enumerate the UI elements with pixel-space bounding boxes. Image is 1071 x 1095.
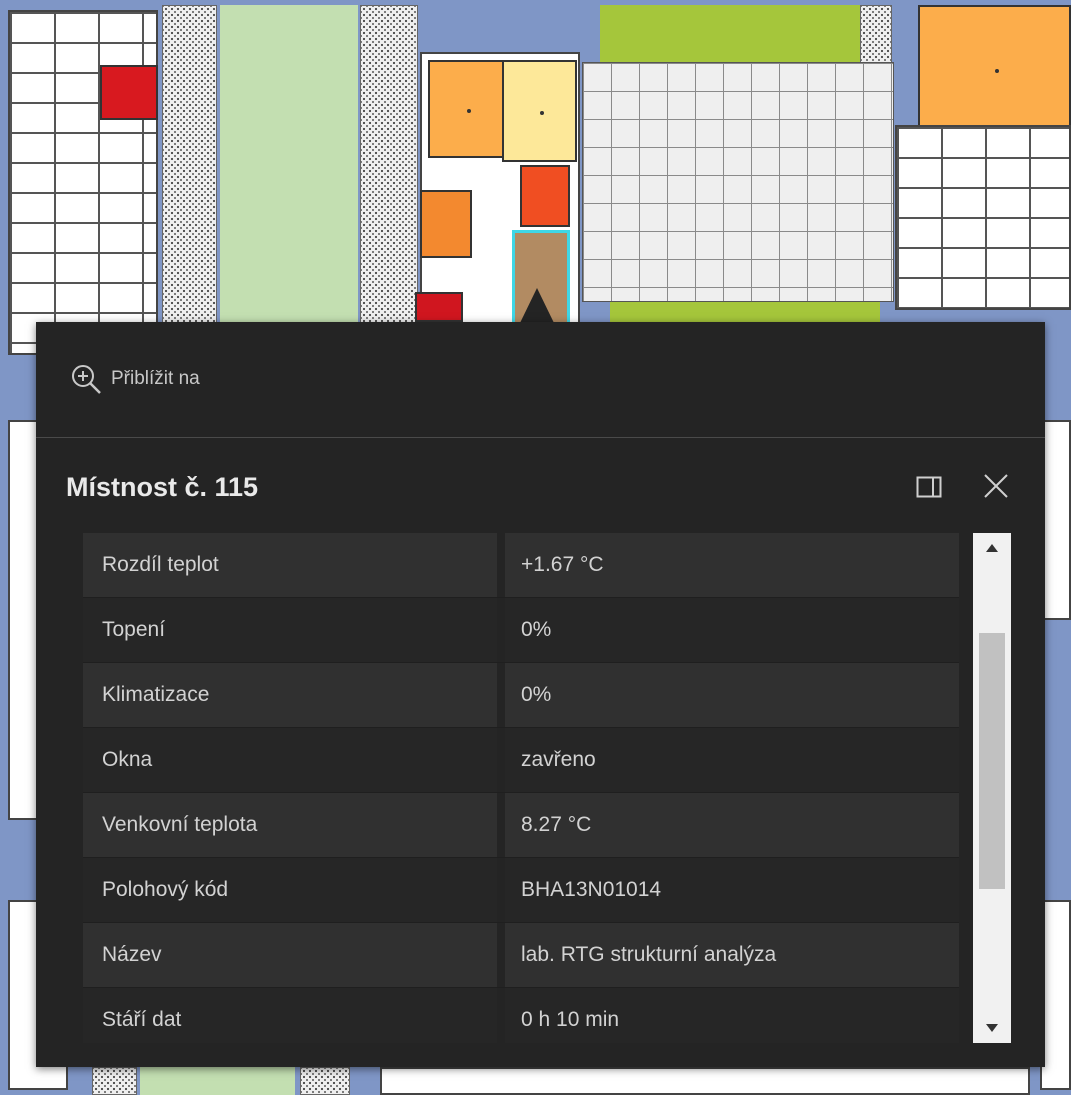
table-row: Stáří dat 0 h 10 min	[83, 988, 959, 1043]
map-sidewalk	[162, 5, 217, 330]
map-lawn	[610, 300, 880, 322]
scroll-down-arrow-icon	[986, 1024, 998, 1032]
attribute-key: Název	[83, 923, 505, 987]
scroll-up-button[interactable]	[973, 533, 1011, 563]
map-room[interactable]	[428, 60, 505, 158]
map-room[interactable]	[415, 292, 463, 322]
close-icon	[984, 474, 1008, 498]
map-building[interactable]	[895, 125, 1071, 310]
map-room[interactable]	[502, 60, 577, 162]
map-room[interactable]	[918, 5, 1071, 133]
attribute-value: +1.67 °C	[521, 553, 604, 576]
zoom-to-button[interactable]: Přiblížit na	[69, 362, 200, 396]
map-courtyard	[582, 62, 894, 302]
scroll-up-arrow-icon	[986, 544, 998, 552]
popup-pointer	[520, 288, 554, 323]
table-row: Název lab. RTG strukturní analýza	[83, 923, 959, 988]
dock-button[interactable]	[916, 474, 942, 500]
table-row: Okna zavřeno	[83, 728, 959, 793]
zoom-to-label: Přiblížit na	[111, 368, 200, 389]
attribute-value: 8.27 °C	[521, 813, 592, 836]
attribute-key: Rozdíl teplot	[83, 533, 505, 597]
table-row: Venkovní teplota 8.27 °C	[83, 793, 959, 858]
map-room[interactable]	[520, 165, 570, 227]
attribute-value: lab. RTG strukturní analýza	[521, 943, 777, 966]
table-row: Klimatizace 0%	[83, 663, 959, 728]
attribute-key: Okna	[83, 728, 505, 792]
scroll-down-button[interactable]	[973, 1013, 1011, 1043]
attribute-key: Topení	[83, 598, 505, 662]
attribute-key: Polohový kód	[83, 858, 505, 922]
map-building[interactable]	[380, 1067, 1030, 1095]
map-park	[140, 1067, 295, 1095]
attribute-value: zavřeno	[521, 748, 596, 771]
attribute-key: Venkovní teplota	[83, 793, 505, 857]
map-park	[220, 5, 358, 330]
attribute-key: Stáří dat	[83, 988, 505, 1043]
table-scrollbar[interactable]	[973, 533, 1011, 1043]
zoom-in-icon	[72, 365, 101, 394]
map-sidewalk	[92, 1067, 137, 1095]
map-room-red[interactable]	[100, 65, 158, 120]
attribute-table[interactable]: Rozdíl teplot +1.67 °C Topení 0% Klimati…	[83, 533, 959, 1043]
table-row: Topení 0%	[83, 598, 959, 663]
feature-popup: Přiblížit na Místnost č. 115 Rozdíl tepl…	[36, 322, 1045, 1067]
popup-divider	[36, 437, 1045, 438]
attribute-key: Klimatizace	[83, 663, 505, 727]
close-button[interactable]	[980, 470, 1012, 502]
map-sidewalk	[360, 5, 418, 330]
popup-title: Místnost č. 115	[66, 472, 259, 502]
attribute-value: 0%	[521, 683, 552, 706]
map-room[interactable]	[420, 190, 472, 258]
attribute-value: 0%	[521, 618, 552, 641]
table-row: Polohový kód BHA13N01014	[83, 858, 959, 923]
scrollbar-thumb[interactable]	[979, 633, 1005, 889]
attribute-value: 0 h 10 min	[521, 1008, 620, 1031]
map-sidewalk	[300, 1067, 350, 1095]
attribute-value: BHA13N01014	[521, 878, 662, 901]
table-row: Rozdíl teplot +1.67 °C	[83, 533, 959, 598]
map-building[interactable]	[8, 10, 158, 355]
dock-icon	[916, 476, 942, 498]
